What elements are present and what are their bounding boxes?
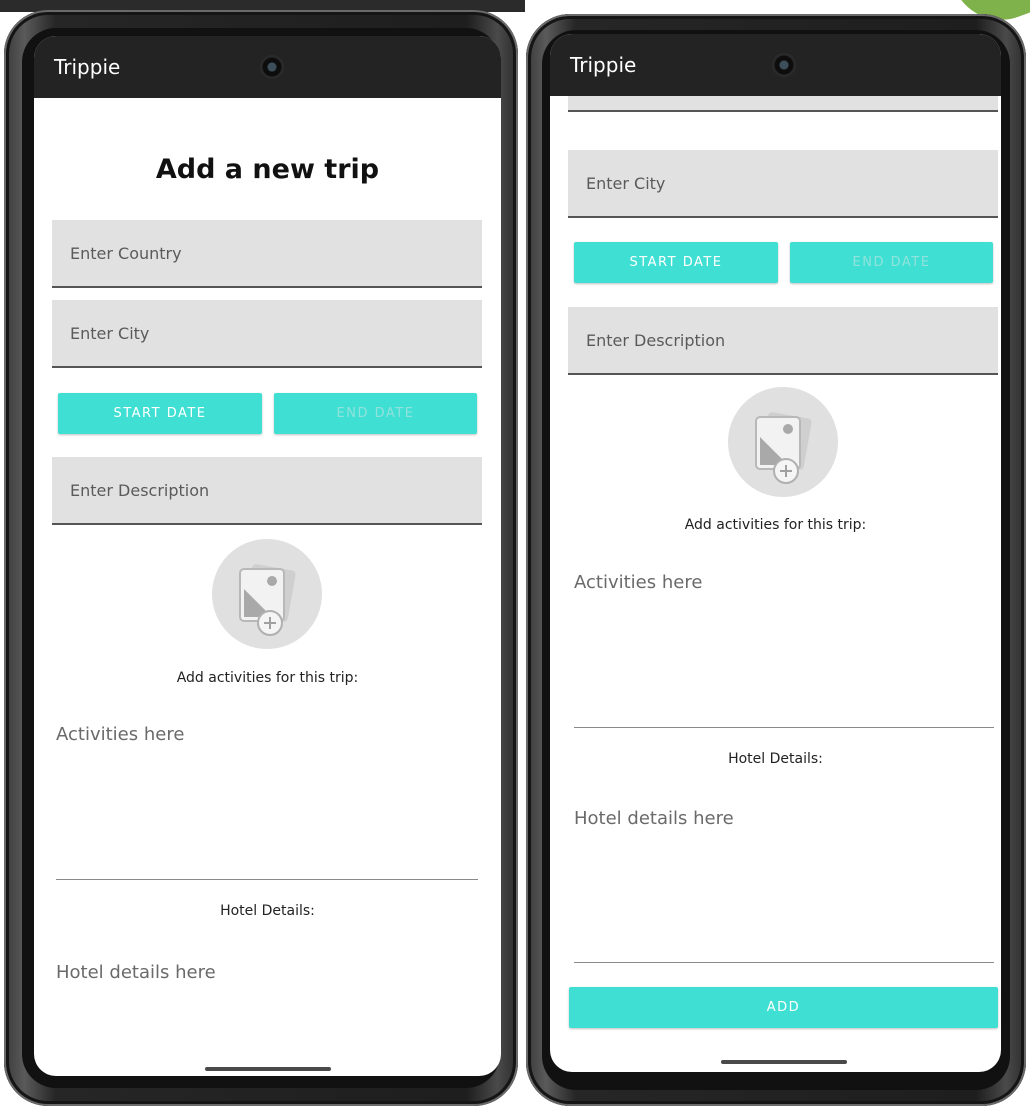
phone-frame-left: Trippie Add a new trip START DATE END DA… (4, 10, 518, 1106)
activities-input[interactable] (574, 572, 994, 728)
add-photo-icon (755, 412, 812, 484)
city-field[interactable] (52, 300, 482, 368)
phone-frame-right: Trippie START DATE END DATE Add activiti… (526, 14, 1026, 1106)
hotel-label: Hotel Details: (728, 751, 823, 767)
activities-input[interactable] (56, 724, 478, 880)
home-indicator[interactable] (205, 1067, 331, 1071)
front-camera-icon (260, 55, 284, 79)
start-date-button[interactable]: START DATE (574, 242, 778, 283)
end-date-button[interactable]: END DATE (274, 393, 477, 434)
country-field[interactable] (52, 220, 482, 288)
app-title: Trippie (54, 55, 121, 79)
add-photo-button[interactable] (728, 387, 838, 497)
description-input[interactable] (568, 330, 998, 350)
city-field[interactable] (568, 150, 998, 218)
hotel-label: Hotel Details: (220, 903, 315, 919)
add-photo-button[interactable] (212, 539, 322, 649)
front-camera-icon (772, 53, 796, 77)
description-field[interactable] (52, 457, 482, 525)
page-title: Add a new trip (155, 154, 380, 185)
screen-add-trip: Trippie Add a new trip START DATE END DA… (34, 36, 501, 1076)
app-bar: Trippie (550, 34, 1001, 96)
description-input[interactable] (52, 480, 482, 500)
activities-label: Add activities for this trip: (176, 670, 359, 686)
add-photo-icon (239, 564, 296, 636)
country-input[interactable] (52, 243, 482, 263)
app-bar: Trippie (34, 36, 501, 98)
country-field-partial[interactable] (568, 96, 998, 112)
description-field[interactable] (568, 307, 998, 375)
start-date-button[interactable]: START DATE (58, 393, 262, 434)
app-title: Trippie (570, 53, 637, 77)
end-date-button[interactable]: END DATE (790, 242, 993, 283)
add-trip-button[interactable]: ADD (569, 987, 998, 1028)
screen-add-trip-scrolled: Trippie START DATE END DATE Add activiti… (550, 34, 1001, 1072)
home-indicator[interactable] (721, 1060, 847, 1064)
hotel-input[interactable] (574, 808, 994, 963)
city-input[interactable] (52, 323, 482, 343)
city-input[interactable] (568, 173, 998, 193)
activities-label: Add activities for this trip: (684, 517, 867, 533)
hotel-input[interactable] (56, 962, 478, 1042)
